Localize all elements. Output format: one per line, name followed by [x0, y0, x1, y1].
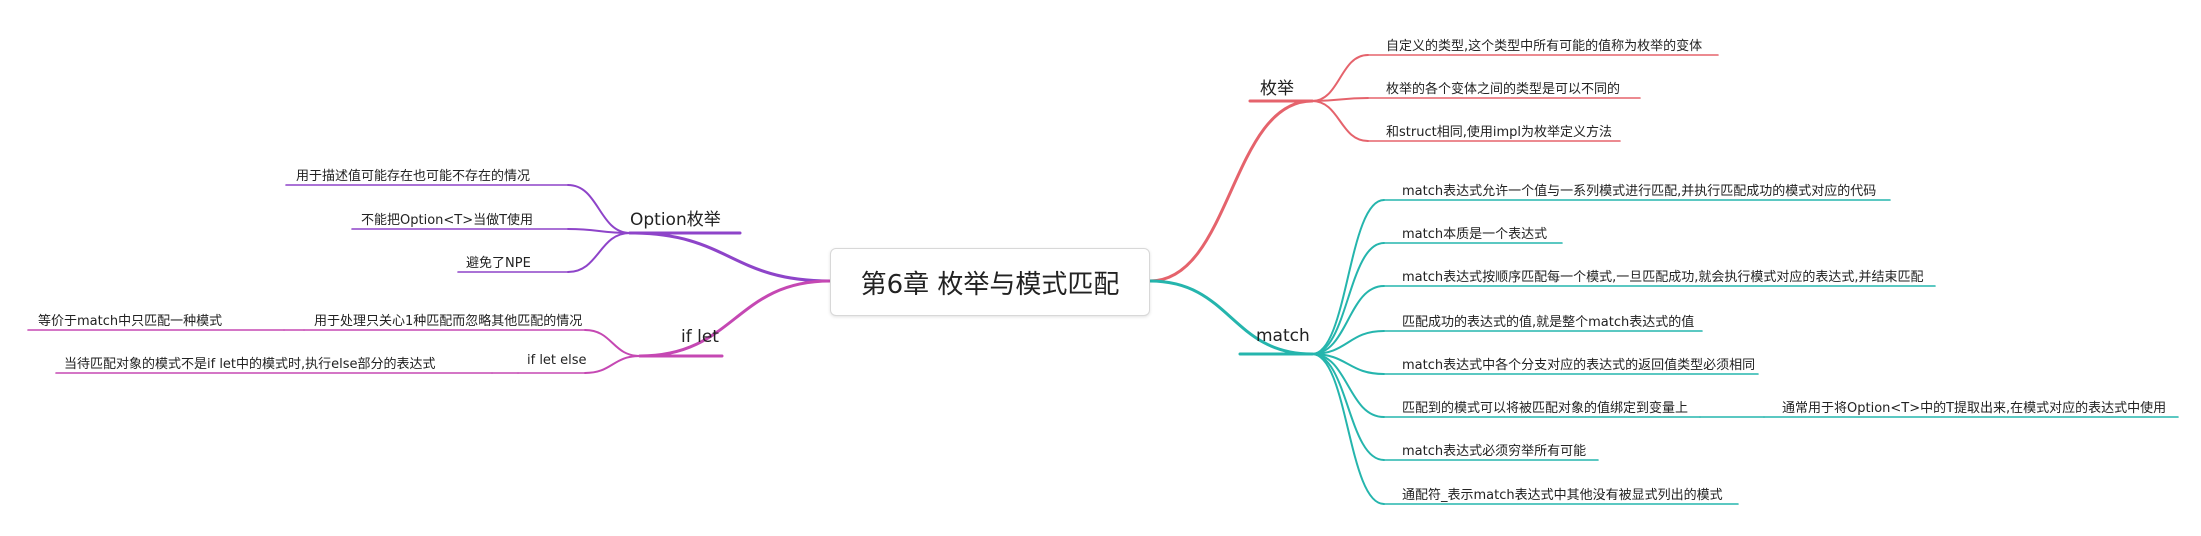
central-topic[interactable]: 第6章 枚举与模式匹配 [830, 248, 1150, 316]
option-leaf-connector-1 [567, 184, 631, 234]
match-leaf-connector-7 [1311, 353, 1385, 461]
enum-leaf-connector-1 [1311, 54, 1369, 102]
enum-leaf-2[interactable]: 枚举的各个变体之间的类型是可以不同的 [1386, 78, 1620, 97]
option-leaf-3[interactable]: 避免了NPE [466, 252, 531, 271]
match-leaf-2[interactable]: match本质是一个表达式 [1402, 223, 1547, 242]
connector-iflet [638, 279, 832, 358]
iflet-leaf-1-sub[interactable]: 等价于match中只匹配一种模式 [38, 310, 222, 329]
mind-map: 第6章 枚举与模式匹配 枚举 自定义的类型,这个类型中所有可能的值称为枚举的变体… [0, 0, 2201, 536]
match-leaf-3[interactable]: match表达式按顺序匹配每一个模式,一旦匹配成功,就会执行模式对应的表达式,并… [1402, 266, 1924, 285]
match-leaf-connector-2 [1311, 242, 1385, 355]
branch-option-label[interactable]: Option枚举 [630, 205, 721, 230]
branch-iflet-label[interactable]: if let [681, 327, 719, 347]
match-leaf-6-sub[interactable]: 通常用于将Option<T>中的T提取出来,在模式对应的表达式中使用 [1782, 397, 2166, 416]
branch-enum-label[interactable]: 枚举 [1260, 74, 1294, 99]
enum-leaf-3[interactable]: 和struct相同,使用impl为枚举定义方法 [1386, 121, 1612, 140]
iflet-leaf-connector-1 [584, 329, 641, 357]
iflet-leaf-2[interactable]: if let else [527, 353, 587, 368]
enum-leaf-connector-3 [1311, 100, 1369, 142]
option-leaf-1[interactable]: 用于描述值可能存在也可能不存在的情况 [296, 165, 530, 184]
iflet-leaf-connector-2 [584, 355, 641, 374]
match-leaf-1[interactable]: match表达式允许一个值与一系列模式进行匹配,并执行匹配成功的模式对应的代码 [1402, 180, 1876, 199]
iflet-leaf-2-sub[interactable]: 当待匹配对象的模式不是if let中的模式时,执行else部分的表达式 [64, 353, 436, 372]
match-leaf-6[interactable]: 匹配到的模式可以将被匹配对象的值绑定到变量上 [1402, 397, 1688, 416]
match-leaf-8[interactable]: 通配符_表示match表达式中其他没有被显式列出的模式 [1402, 484, 1723, 503]
match-leaf-5[interactable]: match表达式中各个分支对应的表达式的返回值类型必须相同 [1402, 354, 1755, 373]
iflet-leaf-1[interactable]: 用于处理只关心1种匹配而忽略其他匹配的情况 [314, 310, 582, 329]
match-leaf-4[interactable]: 匹配成功的表达式的值,就是整个match表达式的值 [1402, 311, 1694, 330]
option-leaf-2[interactable]: 不能把Option<T>当做T使用 [361, 209, 533, 228]
connector-enum [1148, 99, 1314, 283]
match-leaf-7[interactable]: match表达式必须穷举所有可能 [1402, 440, 1586, 459]
connector-option [628, 231, 832, 283]
option-leaf-connector-3 [567, 232, 631, 273]
enum-leaf-1[interactable]: 自定义的类型,这个类型中所有可能的值称为枚举的变体 [1386, 35, 1702, 54]
branch-match-label[interactable]: match [1256, 326, 1310, 346]
match-leaf-connector-8 [1311, 353, 1385, 505]
